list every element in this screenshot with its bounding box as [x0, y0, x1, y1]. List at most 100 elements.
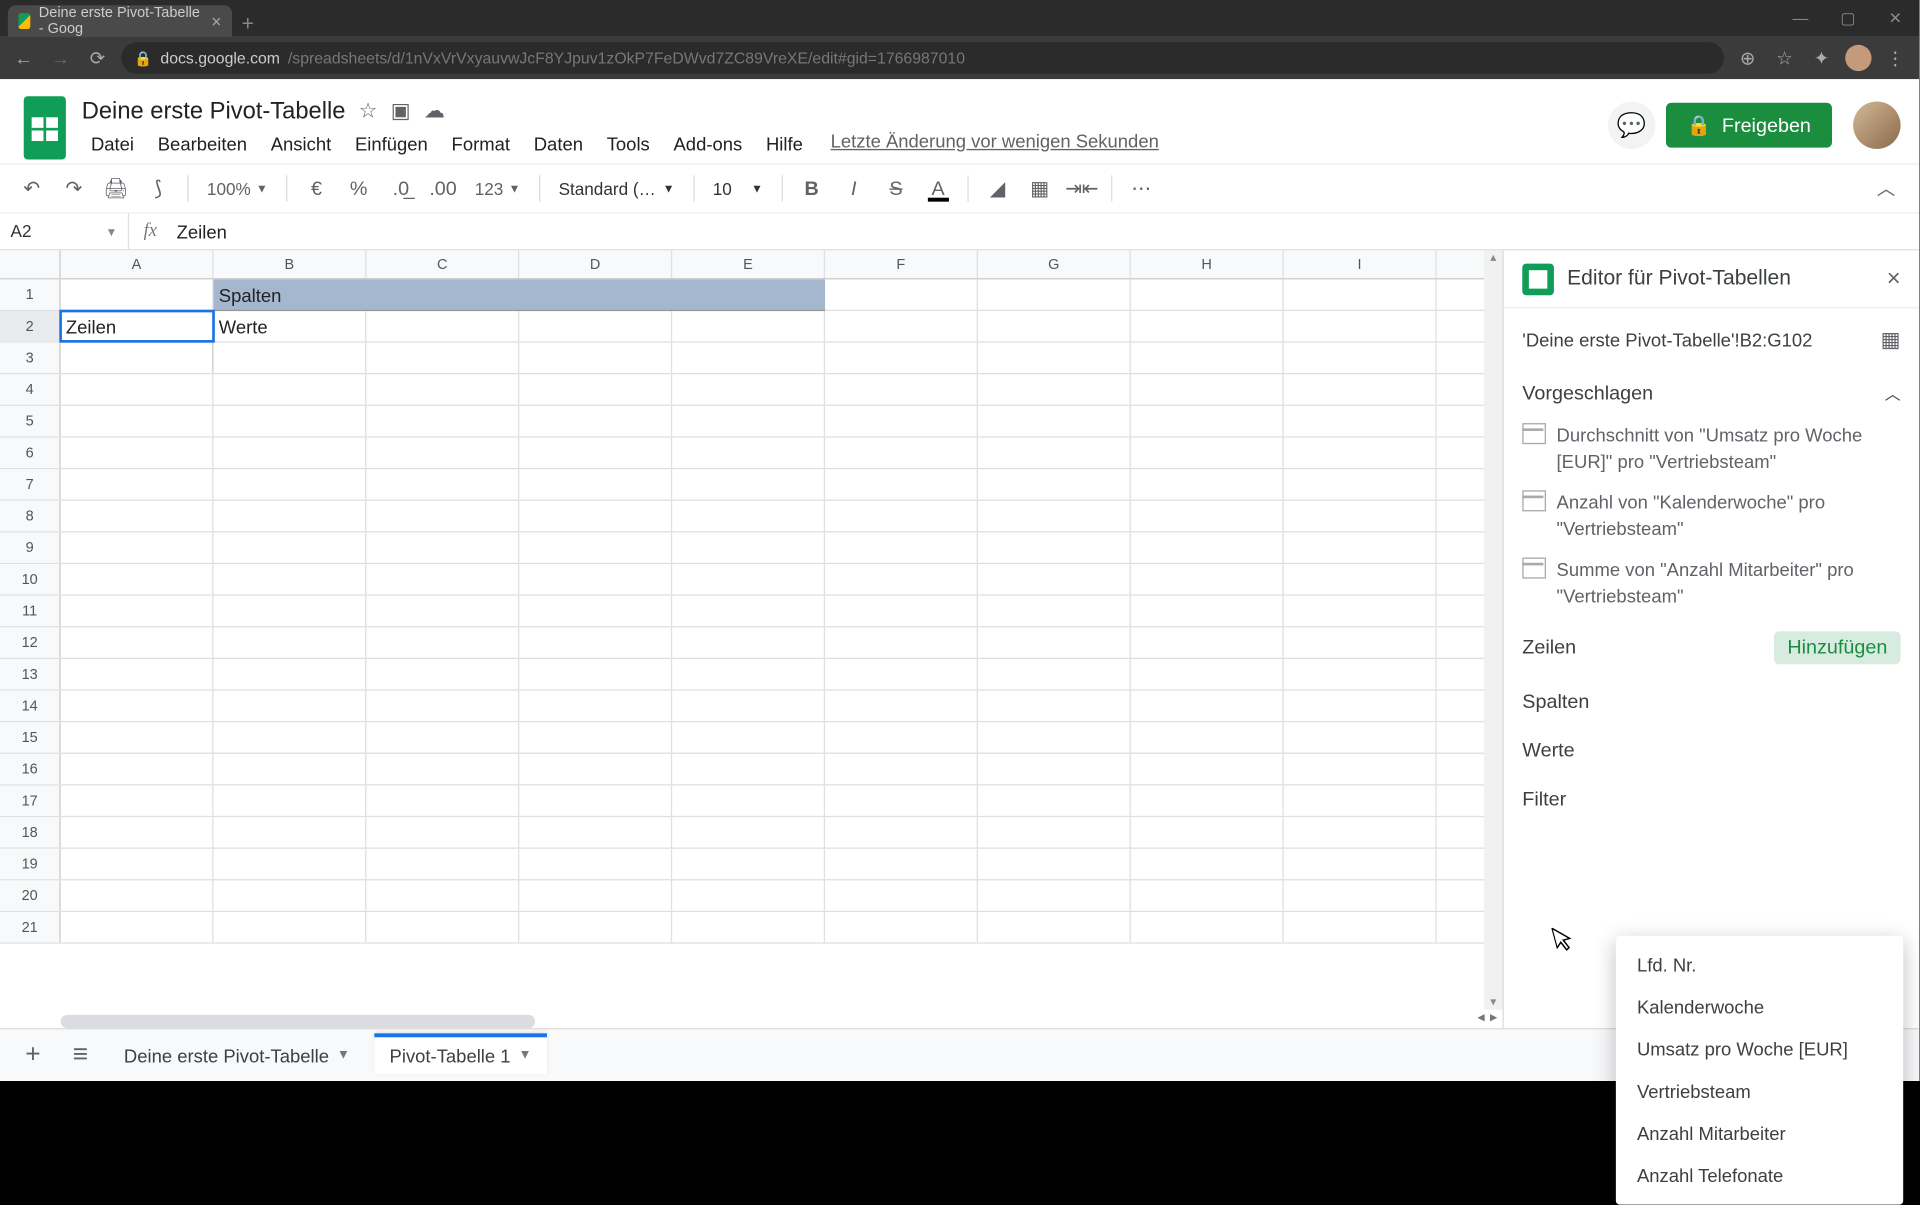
cell-a2[interactable]: Zeilen — [61, 311, 214, 341]
redo-icon[interactable]: ↷ — [55, 170, 92, 207]
strike-icon[interactable]: S — [878, 170, 915, 207]
row-header[interactable]: 2 — [0, 311, 61, 341]
close-window-icon[interactable]: ✕ — [1872, 0, 1919, 37]
menu-addons[interactable]: Add-ons — [664, 130, 751, 156]
row-header[interactable]: 12 — [0, 627, 61, 657]
row-header[interactable]: 6 — [0, 438, 61, 468]
menu-edit[interactable]: Bearbeiten — [149, 130, 257, 156]
select-range-icon[interactable]: ▦ — [1881, 327, 1901, 353]
sheet-scroll-left-icon[interactable]: ◂ — [1477, 1008, 1484, 1025]
sheet-tab[interactable]: Deine erste Pivot-Tabelle ▼ — [108, 1037, 366, 1074]
merge-icon[interactable]: ⇥⇤ — [1063, 170, 1100, 207]
row-header[interactable]: 4 — [0, 374, 61, 404]
bookmark-icon[interactable]: ☆ — [1771, 47, 1797, 69]
bold-icon[interactable]: B — [793, 170, 830, 207]
collapse-toolbar-icon[interactable]: ︿ — [1866, 175, 1906, 201]
number-format-select[interactable]: 123▼ — [467, 170, 528, 207]
reload-icon[interactable]: ⟳ — [84, 47, 110, 69]
browser-menu-icon[interactable]: ⋮ — [1882, 47, 1908, 69]
increase-decimal-icon[interactable]: .00 — [425, 170, 462, 207]
percent-icon[interactable]: % — [340, 170, 377, 207]
zoom-icon[interactable]: ⊕ — [1734, 47, 1760, 69]
field-option[interactable]: Vertriebsteam — [1616, 1070, 1903, 1112]
print-icon[interactable]: 🖨 — [98, 170, 135, 207]
col-header-d[interactable]: D — [519, 250, 672, 278]
pivot-suggestion[interactable]: Anzahl von "Kalenderwoche" pro "Vertrieb… — [1504, 483, 1919, 550]
document-title[interactable]: Deine erste Pivot-Tabelle — [82, 97, 346, 125]
star-icon[interactable]: ☆ — [359, 98, 378, 124]
pivot-suggestion[interactable]: Durchschnitt von "Umsatz pro Woche [EUR]… — [1504, 415, 1919, 482]
pivot-range-text[interactable]: 'Deine erste Pivot-Tabelle'!B2:G102 — [1522, 330, 1812, 351]
sheet-menu-icon[interactable]: ▼ — [337, 1048, 350, 1062]
currency-icon[interactable]: € — [298, 170, 335, 207]
row-header[interactable]: 20 — [0, 880, 61, 910]
spreadsheet-grid[interactable]: A B C D E F G H I Spalten 1 2 Zeilen Wer… — [0, 250, 1503, 1028]
fill-color-icon[interactable]: ◢ — [979, 170, 1016, 207]
decrease-decimal-icon[interactable]: .0̲ — [382, 170, 419, 207]
cell-b2[interactable]: Werte — [214, 311, 367, 341]
row-header[interactable]: 17 — [0, 786, 61, 816]
menu-tools[interactable]: Tools — [597, 130, 659, 156]
col-header-c[interactable]: C — [366, 250, 519, 278]
forward-icon[interactable]: → — [47, 47, 73, 68]
back-icon[interactable]: ← — [11, 47, 37, 68]
profile-avatar-small[interactable] — [1845, 45, 1871, 71]
field-option[interactable]: Kalenderwoche — [1616, 986, 1903, 1028]
collapse-icon[interactable]: ︿ — [1885, 382, 1901, 404]
row-header[interactable]: 15 — [0, 722, 61, 752]
close-tab-icon[interactable]: × — [211, 11, 221, 31]
select-all-corner[interactable] — [0, 250, 61, 278]
menu-help[interactable]: Hilfe — [757, 130, 812, 156]
name-box[interactable]: A2▼ — [0, 214, 129, 250]
row-header[interactable]: 16 — [0, 754, 61, 784]
col-header-f[interactable]: F — [825, 250, 978, 278]
scroll-up-icon[interactable]: ▴ — [1490, 250, 1496, 264]
menu-file[interactable]: Datei — [82, 130, 144, 156]
maximize-icon[interactable]: ▢ — [1824, 0, 1871, 37]
menu-view[interactable]: Ansicht — [261, 130, 340, 156]
row-header[interactable]: 3 — [0, 343, 61, 373]
font-select[interactable]: Standard (…▼ — [551, 179, 683, 199]
col-header-b[interactable]: B — [214, 250, 367, 278]
row-header[interactable]: 11 — [0, 596, 61, 626]
zoom-select[interactable]: 100%▼ — [199, 170, 276, 207]
field-option[interactable]: Anzahl Telefonate — [1616, 1155, 1903, 1197]
add-rows-button[interactable]: Hinzufügen — [1774, 631, 1900, 664]
menu-format[interactable]: Format — [442, 130, 519, 156]
pivot-suggestion[interactable]: Summe von "Anzahl Mitarbeiter" pro "Vert… — [1504, 550, 1919, 617]
field-option[interactable]: Umsatz pro Woche [EUR] — [1616, 1028, 1903, 1070]
borders-icon[interactable]: ▦ — [1021, 170, 1058, 207]
row-header[interactable]: 9 — [0, 532, 61, 562]
col-header-g[interactable]: G — [978, 250, 1131, 278]
font-size-select[interactable]: 10▼ — [705, 179, 771, 199]
italic-icon[interactable]: I — [835, 170, 872, 207]
more-toolbar-icon[interactable]: ⋯ — [1123, 170, 1160, 207]
row-header[interactable]: 5 — [0, 406, 61, 436]
row-header[interactable]: 8 — [0, 501, 61, 531]
cloud-status-icon[interactable]: ☁ — [424, 98, 445, 124]
formula-input[interactable]: Zeilen — [171, 221, 227, 242]
last-edit-link[interactable]: Letzte Änderung vor wenigen Sekunden — [831, 130, 1159, 156]
field-option[interactable]: Lfd. Nr. — [1616, 944, 1903, 986]
sheet-tab-active[interactable]: Pivot-Tabelle 1 ▼ — [374, 1033, 548, 1074]
col-header-a[interactable]: A — [61, 250, 214, 278]
sheets-logo-icon[interactable] — [18, 91, 71, 160]
account-avatar[interactable] — [1853, 101, 1900, 148]
comments-button[interactable]: 💬 — [1608, 101, 1655, 148]
minimize-icon[interactable]: — — [1777, 0, 1824, 37]
all-sheets-button[interactable]: ≡ — [61, 1040, 101, 1070]
extensions-icon[interactable]: ✦ — [1808, 47, 1834, 69]
menu-data[interactable]: Daten — [525, 130, 593, 156]
new-tab-button[interactable]: + — [232, 13, 264, 37]
field-option[interactable]: Anzahl Mitarbeiter — [1616, 1112, 1903, 1154]
sheet-scroll-right-icon[interactable]: ▸ — [1490, 1008, 1497, 1025]
sheet-menu-icon[interactable]: ▼ — [518, 1048, 531, 1062]
share-button[interactable]: 🔒 Freigeben — [1666, 103, 1832, 148]
row-header[interactable]: 19 — [0, 849, 61, 879]
browser-tab[interactable]: Deine erste Pivot-Tabelle - Goog × — [8, 5, 232, 37]
row-header[interactable]: 14 — [0, 691, 61, 721]
paint-format-icon[interactable]: ⟆ — [140, 170, 177, 207]
horizontal-scrollbar[interactable] — [61, 1015, 535, 1028]
col-header-i[interactable]: I — [1284, 250, 1437, 278]
scroll-down-icon[interactable]: ▾ — [1490, 995, 1496, 1009]
